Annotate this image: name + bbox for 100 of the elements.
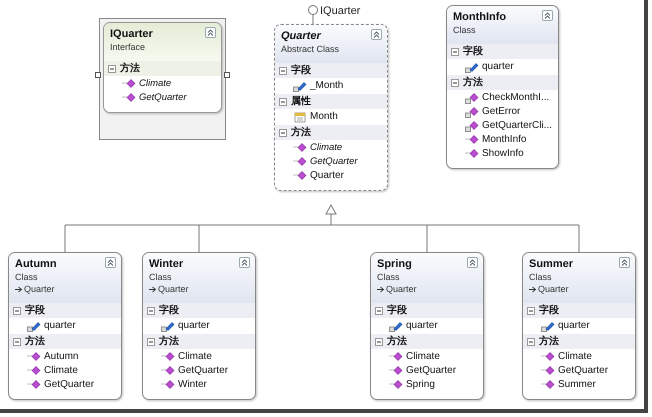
member-name[interactable]: GetError <box>482 107 520 117</box>
class-name: Winter <box>149 257 184 271</box>
member-name[interactable]: GetQuarter <box>139 93 187 103</box>
collapse-toggle[interactable] <box>375 306 383 314</box>
base-class-label: Quarter <box>386 283 417 295</box>
class-box[interactable]: Autumn Class Quarter 字段 quarter 方法 Autumn Climate GetQuarter <box>8 252 122 400</box>
double-chevron-icon <box>469 259 476 266</box>
collapse-button[interactable] <box>239 257 250 268</box>
class-box[interactable]: Spring Class Quarter 字段 quarter 方法 Climate GetQuarter Spring <box>370 252 484 400</box>
collapse-toggle[interactable] <box>279 98 287 106</box>
member-name[interactable]: quarter <box>44 321 76 331</box>
double-chevron-icon <box>544 12 551 19</box>
section-title: 方法 <box>463 78 483 88</box>
double-chevron-icon <box>107 259 114 266</box>
class-stereotype: Interface <box>110 41 146 53</box>
collapse-toggle[interactable] <box>147 306 155 314</box>
interface-lollipop-icon <box>307 4 319 24</box>
section-title: 方法 <box>387 336 407 346</box>
collapse-toggle[interactable] <box>527 306 535 314</box>
member-name[interactable]: Climate <box>406 352 440 362</box>
double-chevron-icon <box>621 259 628 266</box>
double-chevron-icon <box>373 31 380 38</box>
class-name: Autumn <box>15 257 57 271</box>
minus-box-icon <box>279 98 287 106</box>
collapse-toggle[interactable] <box>279 128 287 136</box>
collapse-toggle[interactable] <box>527 338 535 346</box>
section-title: 方法 <box>291 128 311 138</box>
class-box[interactable]: Quarter Abstract Class 字段 _Month 属性 Month 方法 Climate GetQuarter Quarter <box>274 24 388 191</box>
section-title: 方法 <box>120 64 140 74</box>
collapse-toggle[interactable] <box>451 48 459 56</box>
member-name[interactable]: Climate <box>44 366 78 376</box>
class-box[interactable]: Winter Class Quarter 字段 quarter 方法 Climate GetQuarter Winter <box>142 252 256 400</box>
member-name[interactable]: Climate <box>558 352 592 362</box>
member-name[interactable]: quarter <box>558 321 590 331</box>
collapse-button[interactable] <box>371 29 382 40</box>
collapse-toggle[interactable] <box>375 338 383 346</box>
section-title: 字段 <box>463 46 483 56</box>
member-name[interactable]: quarter <box>178 321 210 331</box>
collapse-toggle[interactable] <box>13 338 21 346</box>
member-name[interactable]: Spring <box>406 380 435 390</box>
minus-box-icon <box>147 306 155 314</box>
class-name: Summer <box>529 257 574 271</box>
member-name[interactable]: GetQuarter <box>406 366 456 376</box>
class-box[interactable]: IQuarter Interface 方法 Climate GetQuarter <box>103 22 222 113</box>
minus-box-icon <box>451 48 459 56</box>
member-name[interactable]: Autumn <box>44 352 78 362</box>
collapse-button[interactable] <box>542 10 553 21</box>
member-name[interactable]: GetQuarter <box>178 366 228 376</box>
collapse-toggle[interactable] <box>451 78 459 86</box>
class-stereotype: Class <box>15 271 39 283</box>
member-name[interactable]: GetQuarter <box>558 366 608 376</box>
member-name[interactable]: ShowInfo <box>482 149 524 159</box>
class-name: MonthInfo <box>453 10 506 24</box>
collapse-toggle[interactable] <box>279 66 287 74</box>
minus-box-icon <box>527 306 535 314</box>
member-name[interactable]: Quarter <box>310 171 344 181</box>
member-name[interactable]: quarter <box>482 62 514 72</box>
class-stereotype: Class <box>529 271 553 283</box>
class-name: IQuarter <box>110 27 153 41</box>
section-title: 属性 <box>291 96 311 106</box>
class-box[interactable]: MonthInfo Class 字段 quarter 方法 CheckMonthI... GetError GetQuarterCli... MonthInfo ShowInfo <box>446 5 559 169</box>
minus-box-icon <box>451 78 459 86</box>
member-name[interactable]: _Month <box>310 81 344 91</box>
class-box[interactable]: Summer Class Quarter 字段 quarter 方法 Climate GetQuarter Summer <box>522 252 636 400</box>
member-name[interactable]: Month <box>310 112 338 122</box>
section-title: 方法 <box>539 336 559 346</box>
member-name[interactable]: Climate <box>178 352 212 362</box>
interface-label: IQuarter <box>320 6 360 17</box>
minus-box-icon <box>13 306 21 314</box>
resize-handle[interactable] <box>224 72 230 78</box>
member-name[interactable]: quarter <box>406 321 438 331</box>
collapse-button[interactable] <box>205 27 216 38</box>
member-name[interactable]: Climate <box>139 79 172 89</box>
class-stereotype: Class <box>377 271 401 283</box>
base-class-label: Quarter <box>538 283 569 295</box>
minus-box-icon <box>375 306 383 314</box>
collapse-button[interactable] <box>619 257 630 268</box>
minus-box-icon <box>147 338 155 346</box>
collapse-toggle[interactable] <box>108 64 116 72</box>
collapse-toggle[interactable] <box>147 338 155 346</box>
member-name[interactable]: MonthInfo <box>482 135 526 145</box>
collapse-button[interactable] <box>467 257 478 268</box>
resize-handle[interactable] <box>95 72 101 78</box>
member-name[interactable]: GetQuarter <box>44 380 94 390</box>
member-name[interactable]: GetQuarterCli... <box>482 121 552 131</box>
member-name[interactable]: Winter <box>178 380 207 390</box>
section-title: 方法 <box>25 336 45 346</box>
minus-box-icon <box>279 66 287 74</box>
member-name[interactable]: Climate <box>310 143 342 153</box>
minus-box-icon <box>279 128 287 136</box>
inherits-arrow-icon <box>377 286 385 292</box>
class-stereotype: Class <box>149 271 173 283</box>
section-title: 字段 <box>159 306 179 316</box>
class-stereotype: Class <box>453 24 477 36</box>
inherits-arrow-icon <box>529 286 537 292</box>
member-name[interactable]: GetQuarter <box>310 157 358 167</box>
member-name[interactable]: CheckMonthI... <box>482 93 550 103</box>
member-name[interactable]: Summer <box>558 380 596 390</box>
collapse-button[interactable] <box>105 257 116 268</box>
collapse-toggle[interactable] <box>13 306 21 314</box>
